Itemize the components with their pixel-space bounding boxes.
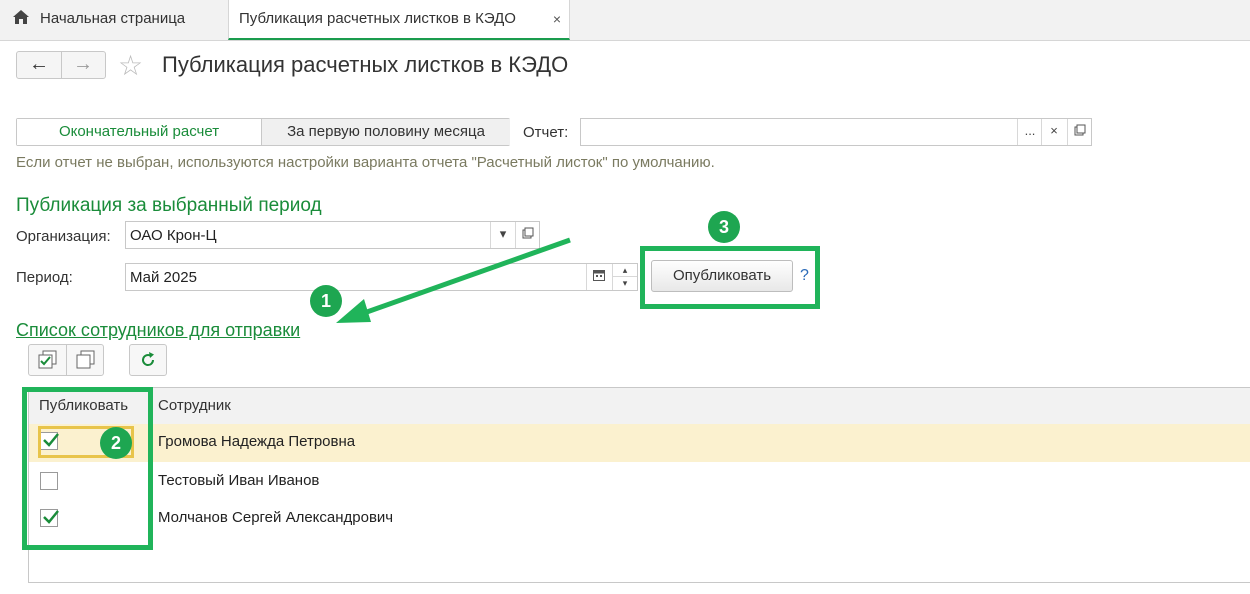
badge-3: 3 bbox=[708, 211, 740, 243]
arrow-line bbox=[349, 237, 571, 321]
annotation-arrow bbox=[336, 237, 571, 323]
badge-1: 1 bbox=[310, 285, 342, 317]
badge-2: 2 bbox=[100, 427, 132, 459]
